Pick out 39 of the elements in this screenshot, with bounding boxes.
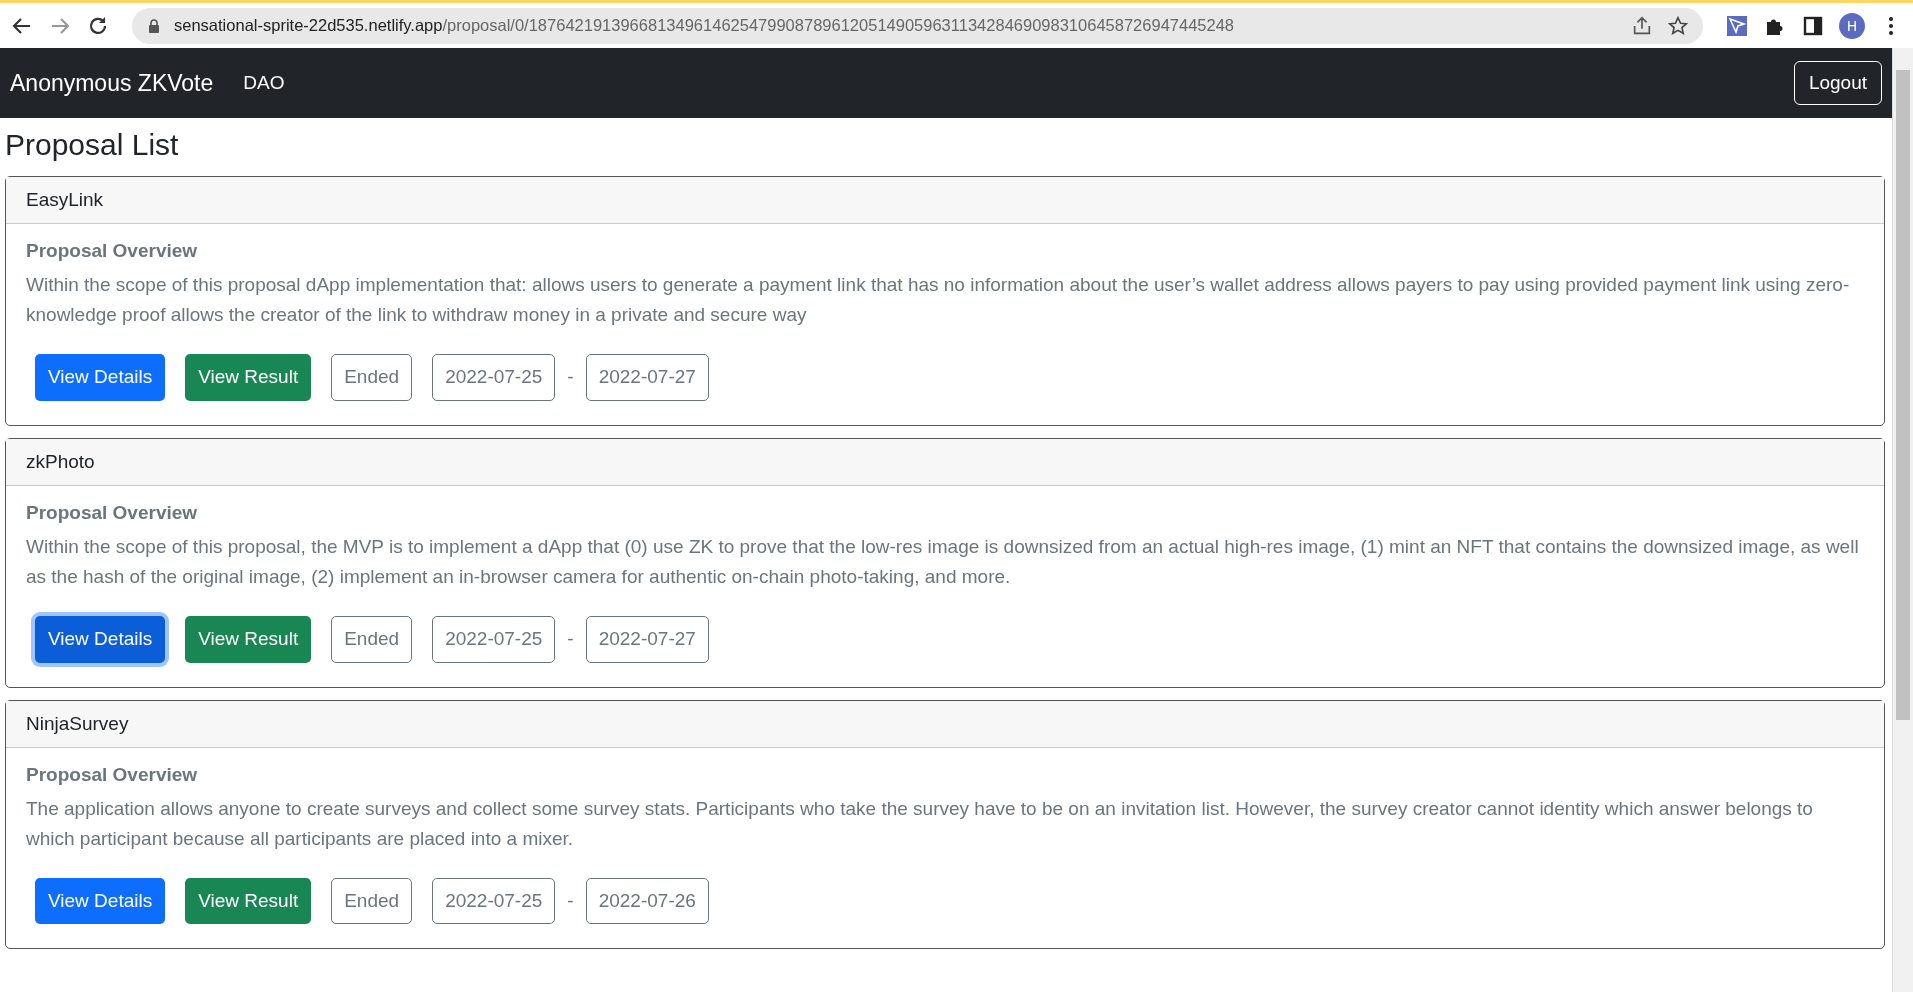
view-result-button[interactable]: View Result	[185, 354, 312, 401]
date-separator: -	[567, 366, 574, 389]
logout-button[interactable]: Logout	[1793, 61, 1882, 105]
star-icon[interactable]	[1667, 14, 1689, 37]
overview-heading: Proposal Overview	[26, 763, 199, 786]
scrollbar-thumb[interactable]	[1896, 70, 1910, 720]
lock-icon	[148, 18, 160, 33]
nav-link[interactable]: DAO	[243, 72, 285, 94]
profile-avatar[interactable]: H	[1839, 12, 1865, 39]
extension-icon[interactable]	[1725, 13, 1749, 38]
view-result-button[interactable]: View Result	[185, 877, 312, 925]
date-separator: -	[567, 890, 574, 912]
brand-link[interactable]: Anonymous ZKVote	[10, 69, 214, 97]
url-text: sensational-sprite-22d535.netlify.app/proposal/0/18764219139668134961462547990878961205149059631134284690983106458726947445248	[174, 16, 1236, 35]
scrollbar[interactable]	[1892, 48, 1913, 992]
status-badge: Ended	[331, 877, 413, 925]
overview-heading: Proposal Overview	[26, 501, 199, 524]
start-date: 2022-07-25	[432, 615, 556, 663]
proposal-name: NinjaSurvey	[26, 712, 129, 734]
proposal-description: Within the scope of this proposal, the MVP is to implement a dApp that (0) use ZK to prove that the low-res image is downsized from an actual high-res image, (1) mint an NFT that contains the downsized image, as well as the hash of the original image, (2) implement an in-browser camera for authentic on-chain photo-taking, and more.	[26, 534, 1860, 589]
view-details-button[interactable]: View Details	[35, 877, 166, 925]
proposal-description: The application allows anyone to create surveys and collect some survey stats. Participants who take the survey have to be on an invitation list. However, the survey creator cannot identity which answer belongs to which participant because all participants are placed into a mixer.	[26, 796, 1814, 851]
end-date: 2022-07-27	[585, 615, 709, 663]
proposal-name: zkPhoto	[26, 450, 95, 472]
share-icon[interactable]	[1631, 14, 1653, 37]
view-result-button[interactable]: View Result	[185, 615, 312, 663]
end-date: 2022-07-26	[585, 877, 709, 925]
date-separator: -	[567, 628, 574, 651]
start-date: 2022-07-25	[432, 354, 556, 401]
status-badge: Ended	[331, 354, 413, 401]
proposal-description: Within the scope of this proposal dApp implementation that: allows users to generate a payment link that has no information about the user’s wallet address allows payers to pay using provided payment link using zero-knowledge proof allows the creator of the link to withdraw money in a private and secure way	[26, 273, 1851, 327]
address-bar[interactable]: sensational-sprite-22d535.netlify.app/proposal/0/18764219139668134961462547990878961205149059631134284690983106458726947445248	[132, 7, 1703, 44]
proposal-name: EasyLink	[26, 189, 104, 210]
view-details-button[interactable]: View Details	[35, 354, 166, 401]
start-date: 2022-07-25	[432, 877, 556, 925]
status-badge: Ended	[331, 615, 413, 663]
overview-heading: Proposal Overview	[26, 240, 199, 262]
end-date: 2022-07-27	[585, 354, 709, 401]
page-title: Proposal List	[5, 128, 180, 162]
